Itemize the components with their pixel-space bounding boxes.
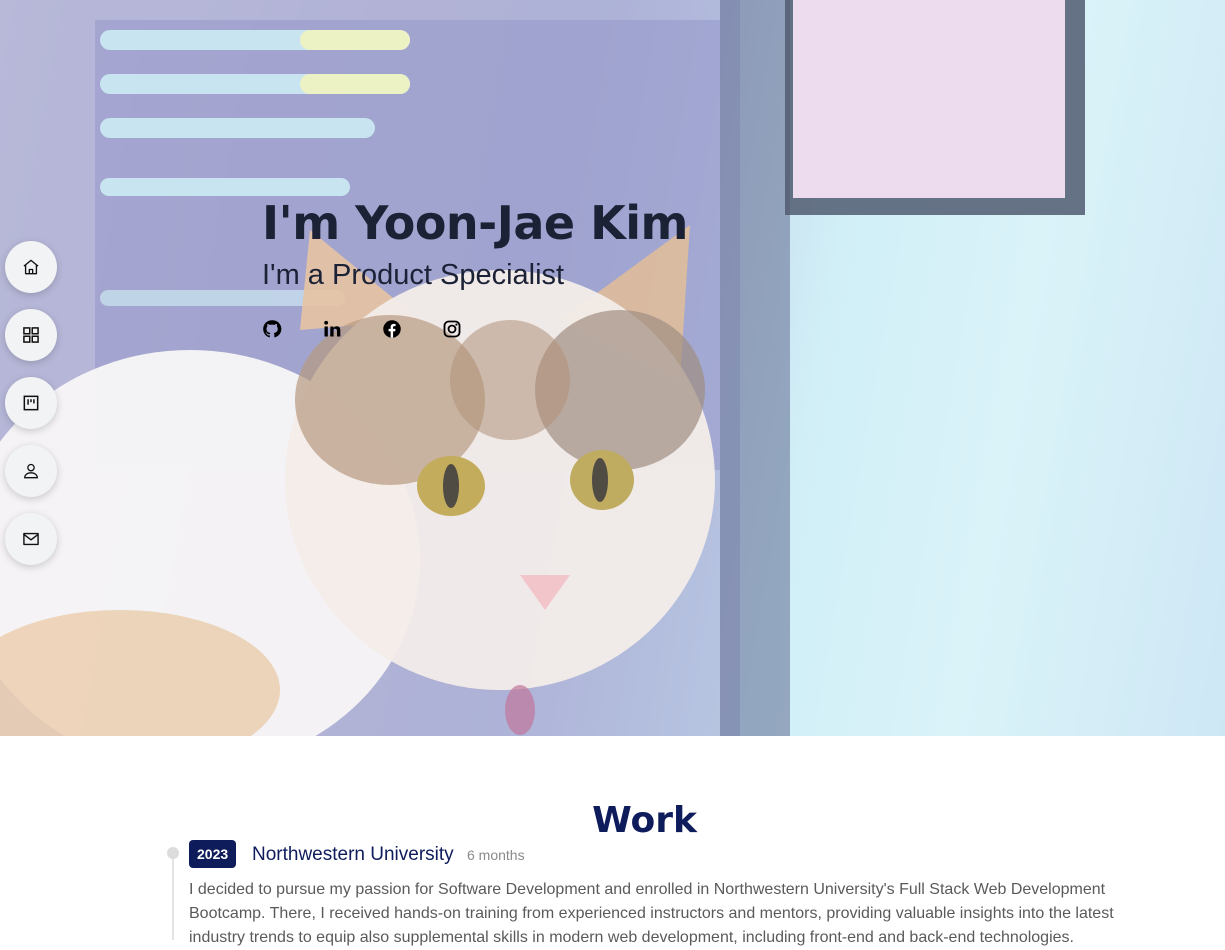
- board-icon: [23, 395, 39, 411]
- linkedin-icon: [324, 320, 341, 337]
- github-link[interactable]: [262, 318, 282, 340]
- instagram-link[interactable]: [442, 318, 462, 340]
- nav-resume-button[interactable]: [5, 377, 57, 429]
- year-badge: 2023: [189, 840, 237, 868]
- linkedin-link[interactable]: [322, 318, 342, 340]
- nav-home-button[interactable]: [5, 241, 57, 293]
- facebook-link[interactable]: [382, 318, 402, 340]
- timeline-line: [172, 850, 174, 940]
- timeline-dot: [167, 847, 179, 859]
- nav-about-button[interactable]: [5, 445, 57, 497]
- nav-portfolio-button[interactable]: [5, 309, 57, 361]
- facebook-icon: [383, 320, 401, 338]
- grid-icon: [23, 327, 39, 343]
- hero-overlay: [0, 0, 1225, 736]
- work-organization: Northwestern University: [252, 844, 454, 865]
- work-section-title: Work: [592, 800, 697, 841]
- hero-content: I'm Yoon-Jae Kim I'm a Product Specialis…: [262, 195, 689, 295]
- nav-contact-button[interactable]: [5, 513, 57, 565]
- home-icon: [23, 259, 39, 275]
- github-icon: [263, 320, 282, 338]
- user-icon: [24, 463, 38, 479]
- social-links: [262, 318, 462, 340]
- mail-icon: [23, 532, 39, 546]
- work-description: I decided to pursue my passion for Softw…: [189, 881, 1114, 946]
- hero-subtitle: I'm a Product Specialist: [262, 259, 565, 291]
- work-duration: 6 months: [467, 847, 525, 863]
- work-section: Work 2023 Northwestern University 6 mont…: [0, 736, 1225, 946]
- hero-section: I'm Yoon-Jae Kim I'm a Product Specialis…: [0, 0, 1225, 736]
- hero-title: I'm Yoon-Jae Kim: [262, 196, 689, 250]
- instagram-icon: [443, 320, 461, 338]
